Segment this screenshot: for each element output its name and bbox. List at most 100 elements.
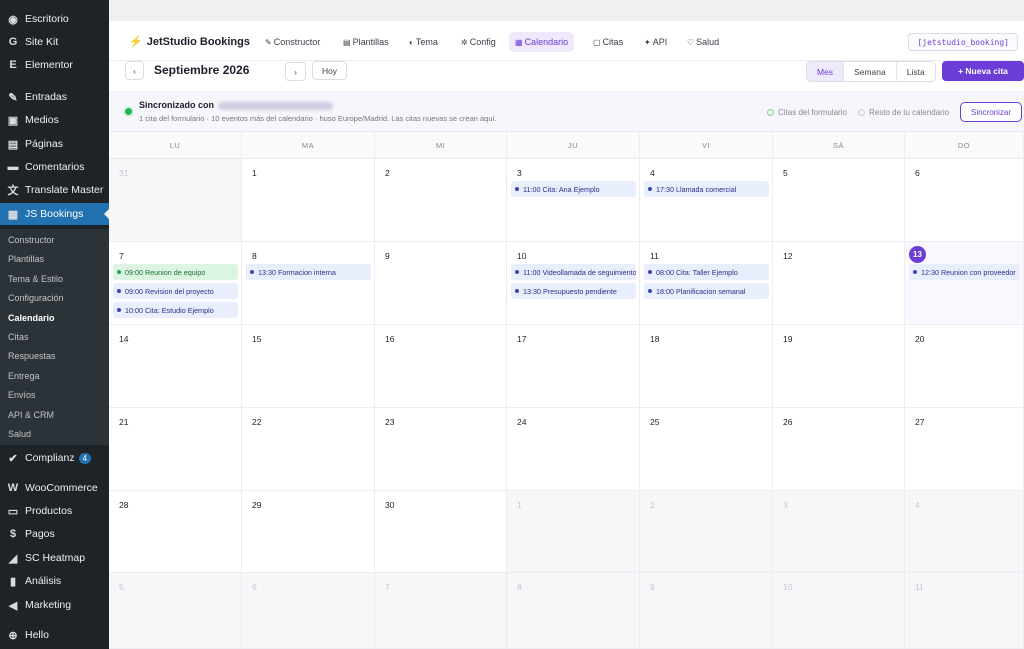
event-chip[interactable]: 09:00 Reunion de equipo: [113, 264, 238, 280]
tab-constructor[interactable]: ✎ Constructor: [259, 32, 326, 52]
sidebar-item-entradas[interactable]: ✎ Entradas: [0, 86, 109, 108]
day-cell[interactable]: 9: [375, 242, 507, 325]
day-cell[interactable]: 29: [242, 491, 375, 573]
day-cell[interactable]: 22: [242, 408, 375, 491]
day-cell[interactable]: 21: [109, 408, 242, 491]
day-cell[interactable]: 17: [507, 325, 640, 408]
day-cell[interactable]: 10: [773, 573, 905, 649]
day-cell[interactable]: 3: [773, 491, 905, 573]
sidebar-item-sitekit[interactable]: G Site Kit: [0, 31, 109, 53]
tab-plantillas[interactable]: ▤ Plantillas: [337, 32, 395, 52]
tab-tema[interactable]: ◐ Tema: [403, 32, 444, 52]
day-cell[interactable]: 13 12:30 Reunion con proveedor: [905, 242, 1024, 325]
tab-salud[interactable]: ♡ Salud: [681, 32, 725, 52]
event-chip[interactable]: 17:30 Llamada comercial: [644, 181, 769, 197]
sidebar-item-pagos[interactable]: $ Pagos: [0, 523, 109, 545]
next-month-button[interactable]: ›: [285, 62, 306, 81]
view-semana-button[interactable]: Semana: [843, 62, 896, 81]
day-cell[interactable]: 26: [773, 408, 905, 491]
sidebar-item-heatmap[interactable]: ◢ SC Heatmap: [0, 547, 109, 569]
sidebar-item-jsbookings[interactable]: ▦ JS Bookings: [0, 203, 109, 225]
day-cell[interactable]: 1: [507, 491, 640, 573]
event-dot-icon: [515, 289, 519, 293]
day-cell[interactable]: 2: [640, 491, 773, 573]
day-cell[interactable]: 8: [507, 573, 640, 649]
sidebar-item-translate[interactable]: 文 Translate Master: [0, 179, 109, 201]
sidebar-item-medios[interactable]: ▣ Medios: [0, 109, 109, 131]
day-cell[interactable]: 10 11:00 Videollamada de seguimiento 13:30…: [507, 242, 640, 325]
submenu-item[interactable]: Entrega: [8, 371, 40, 381]
submenu-item[interactable]: API & CRM: [8, 410, 54, 420]
day-cell[interactable]: 31: [109, 159, 242, 242]
submenu-item[interactable]: Plantillas: [8, 254, 44, 264]
day-cell[interactable]: 5: [109, 573, 242, 649]
day-cell[interactable]: 27: [905, 408, 1024, 491]
event-chip[interactable]: 11:00 Cita: Ana Ejemplo: [511, 181, 636, 197]
day-cell[interactable]: 8 13:30 Formacion interna: [242, 242, 375, 325]
day-cell[interactable]: 19: [773, 325, 905, 408]
sidebar-item-analisis[interactable]: ▮ Análisis: [0, 570, 109, 592]
day-cell[interactable]: 7: [375, 573, 507, 649]
day-cell[interactable]: 6: [242, 573, 375, 649]
event-chip[interactable]: 09:00 Revision del proyecto: [113, 283, 238, 299]
prev-month-button[interactable]: ‹: [125, 61, 144, 80]
day-cell[interactable]: 16: [375, 325, 507, 408]
submenu-item[interactable]: Constructor: [8, 235, 55, 245]
event-chip[interactable]: 08:00 Cita: Taller Ejemplo: [644, 264, 769, 280]
sidebar-item-elementor[interactable]: E Elementor: [0, 54, 109, 76]
day-cell[interactable]: 28: [109, 491, 242, 573]
day-cell[interactable]: 7 09:00 Reunion de equipo 09:00 Revision d…: [109, 242, 242, 325]
event-chip[interactable]: 12:30 Reunion con proveedor: [909, 264, 1020, 280]
sidebar-item-paginas[interactable]: ▤ Páginas: [0, 133, 109, 155]
tab-calendario[interactable]: ▦ Calendario: [509, 32, 575, 52]
day-cell[interactable]: 23: [375, 408, 507, 491]
day-cell[interactable]: 24: [507, 408, 640, 491]
day-cell[interactable]: 1: [242, 159, 375, 242]
event-chip[interactable]: 18:00 Planificacion semanal: [644, 283, 769, 299]
shortcode-chip[interactable]: [jetstudio_booking]: [908, 33, 1018, 51]
tab-citas[interactable]: ▢ Citas: [587, 32, 629, 52]
tab-api[interactable]: ✦ API: [638, 32, 673, 52]
day-cell[interactable]: 20: [905, 325, 1024, 408]
submenu-item[interactable]: Calendario: [8, 313, 55, 323]
event-chip[interactable]: 13:30 Presupuesto pendiente: [511, 283, 636, 299]
day-cell[interactable]: 5: [773, 159, 905, 242]
sidebar-item-escritorio[interactable]: ◉ Escritorio: [0, 8, 109, 30]
tab-config[interactable]: ✲ Config: [455, 32, 502, 52]
day-cell[interactable]: 15: [242, 325, 375, 408]
event-chip[interactable]: 10:00 Cita: Estudio Ejemplo: [113, 302, 238, 318]
event-chip[interactable]: 11:00 Videollamada de seguimiento: [511, 264, 636, 280]
day-cell[interactable]: 18: [640, 325, 773, 408]
day-cell[interactable]: 14: [109, 325, 242, 408]
day-cell[interactable]: 30: [375, 491, 507, 573]
sidebar-item-woocommerce[interactable]: W WooCommerce: [0, 477, 109, 499]
day-cell[interactable]: 4: [905, 491, 1024, 573]
sync-button[interactable]: Sincronizar: [960, 102, 1022, 122]
day-cell[interactable]: 11 08:00 Cita: Taller Ejemplo 18:00 Planif…: [640, 242, 773, 325]
day-cell[interactable]: 12: [773, 242, 905, 325]
submenu-item[interactable]: Tema & Estilo: [8, 274, 63, 284]
sidebar-item-hello[interactable]: ⊕ Hello: [0, 624, 109, 646]
today-button[interactable]: Hoy: [312, 61, 347, 80]
day-cell[interactable]: 2: [375, 159, 507, 242]
submenu-item[interactable]: Salud: [8, 429, 31, 439]
sidebar-item-comentarios[interactable]: ▬ Comentarios: [0, 156, 109, 178]
view-lista-button[interactable]: Lista: [895, 62, 935, 81]
day-cell[interactable]: 25: [640, 408, 773, 491]
sidebar-item-marketing[interactable]: ◀ Marketing: [0, 594, 109, 616]
sidebar-item-complianz[interactable]: ✔ Complianz 4: [0, 447, 109, 469]
submenu-item[interactable]: Envíos: [8, 390, 36, 400]
new-appointment-button[interactable]: + Nueva cita: [942, 61, 1024, 81]
view-mes-button[interactable]: Mes: [807, 62, 844, 81]
day-cell[interactable]: 11: [905, 573, 1024, 649]
event-chip[interactable]: 13:30 Formacion interna: [246, 264, 371, 280]
day-cell[interactable]: 9: [640, 573, 773, 649]
submenu-item[interactable]: Citas: [8, 332, 29, 342]
day-cell[interactable]: 4 17:30 Llamada comercial: [640, 159, 773, 242]
day-cell[interactable]: 3 11:00 Cita: Ana Ejemplo: [507, 159, 640, 242]
day-number: 3: [517, 168, 522, 178]
submenu-item[interactable]: Respuestas: [8, 351, 56, 361]
sidebar-item-productos[interactable]: ▭ Productos: [0, 500, 109, 522]
day-cell[interactable]: 6: [905, 159, 1024, 242]
submenu-item[interactable]: Configuración: [8, 293, 64, 303]
